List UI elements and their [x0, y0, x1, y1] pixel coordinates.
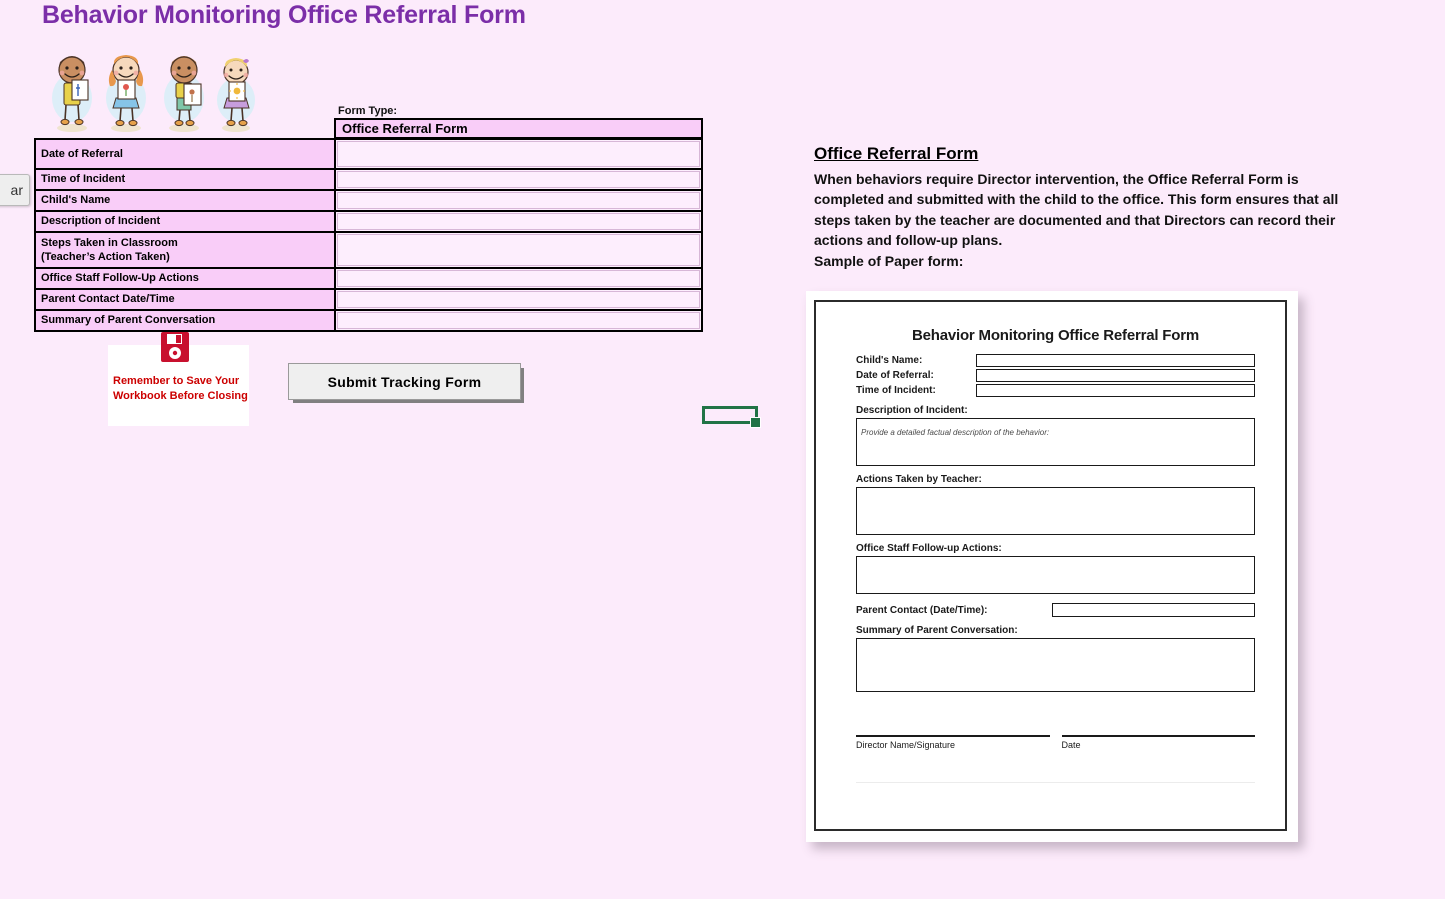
paper-label-time-of-incident: Time of Incident: — [856, 385, 936, 396]
paper-label-summary-of-parent-conversation: Summary of Parent Conversation: — [856, 625, 1018, 636]
row-label-summary-of-parent-conversation: Summary of Parent Conversation — [36, 311, 336, 330]
row-label-text: Date of Referral — [41, 147, 123, 160]
row-label-text: Description of Incident — [41, 215, 161, 228]
table-row: Time of Incident — [36, 168, 701, 189]
row-input-description-of-incident[interactable] — [337, 213, 700, 230]
row-label-steps-taken-in-classroom: Steps Taken in Classroom (Teacher’s Acti… — [36, 233, 336, 267]
paper-caption-date: Date — [1061, 740, 1081, 750]
paper-signature-column: Director Name/Signature — [856, 735, 1050, 750]
table-row: Steps Taken in Classroom (Teacher’s Acti… — [36, 231, 701, 267]
paper-form-preview: Behavior Monitoring Office Referral Form… — [806, 291, 1298, 842]
save-reminder-line2: Workbook Before Closing — [113, 389, 248, 402]
row-label-text-second-line: (Teacher’s Action Taken) — [41, 251, 170, 263]
paper-input-date-of-referral[interactable] — [976, 369, 1255, 382]
row-input-steps-taken-in-classroom[interactable] — [337, 234, 700, 266]
partial-left-button-label: ar — [10, 182, 23, 198]
page-title: Behavior Monitoring Office Referral Form — [42, 1, 526, 29]
paper-input-summary-of-parent-conversation[interactable] — [856, 638, 1255, 692]
table-row: Date of Referral — [36, 140, 701, 168]
row-input-office-staff-follow-up-actions[interactable] — [337, 270, 700, 287]
paper-label-actions-taken-by-teacher: Actions Taken by Teacher: — [856, 474, 982, 485]
partial-left-button[interactable]: ar — [0, 174, 30, 206]
row-label-text: Office Staff Follow-Up Actions — [41, 272, 199, 285]
table-row: Description of Incident — [36, 210, 701, 231]
paper-input-office-staff-follow-up-actions[interactable] — [856, 556, 1255, 594]
paper-form-title: Behavior Monitoring Office Referral Form — [911, 327, 1200, 344]
row-label-text: Child's Name — [41, 194, 111, 207]
paper-input-actions-taken-by-teacher[interactable] — [856, 487, 1255, 535]
paper-input-time-of-incident[interactable] — [976, 384, 1255, 397]
paper-field-date-of-referral: Date of Referral: — [856, 369, 1255, 382]
paper-input-parent-contact[interactable] — [1052, 603, 1255, 617]
referral-entry-grid: Date of Referral Time of Incident Child'… — [34, 138, 703, 332]
paper-date-column: Date — [1061, 735, 1255, 750]
paper-input-childs-name[interactable] — [976, 354, 1255, 367]
table-row: Summary of Parent Conversation — [36, 309, 701, 330]
row-label-text: Parent Contact Date/Time — [41, 293, 175, 306]
paper-label-description-of-incident: Description of Incident: — [856, 405, 968, 416]
paper-label-parent-contact: Parent Contact (Date/Time): — [856, 604, 988, 616]
paper-label-childs-name: Child's Name: — [856, 355, 923, 366]
row-label-time-of-incident: Time of Incident — [36, 170, 336, 189]
row-input-summary-of-parent-conversation[interactable] — [337, 312, 700, 329]
row-input-date-of-referral[interactable] — [337, 141, 700, 167]
form-type-label: Form Type: — [338, 105, 398, 117]
table-row: Office Staff Follow-Up Actions — [36, 267, 701, 288]
row-label-childs-name: Child's Name — [36, 191, 336, 210]
paper-form-sheet: Behavior Monitoring Office Referral Form… — [814, 300, 1287, 831]
table-row: Child's Name — [36, 189, 701, 210]
row-label-date-of-referral: Date of Referral — [36, 140, 336, 168]
row-label-office-staff-follow-up-actions: Office Staff Follow-Up Actions — [36, 269, 336, 288]
row-label-description-of-incident: Description of Incident — [36, 212, 336, 231]
paper-caption-director-signature: Director Name/Signature — [856, 740, 956, 750]
paper-field-childs-name: Child's Name: — [856, 354, 1255, 367]
paper-signature-area: Director Name/Signature Date — [856, 735, 1255, 750]
info-panel-sample-label: Sample of Paper form: — [814, 252, 964, 269]
info-panel-body: When behaviors require Director interven… — [814, 171, 1339, 249]
info-panel: Office Referral Form When behaviors requ… — [814, 144, 1354, 269]
row-input-time-of-incident[interactable] — [337, 171, 700, 188]
floppy-disk-icon — [160, 331, 190, 363]
row-label-text: Steps Taken in Classroom — [41, 236, 178, 249]
paper-footer-divider — [856, 782, 1255, 783]
row-label-text: Summary of Parent Conversation — [41, 314, 216, 327]
paper-field-parent-contact: Parent Contact (Date/Time): — [856, 603, 1255, 617]
save-reminder-line1: Remember to Save Your — [113, 375, 240, 387]
row-input-childs-name[interactable] — [337, 192, 700, 209]
paper-label-date-of-referral: Date of Referral: — [856, 370, 934, 381]
submit-tracking-form-button[interactable]: Submit Tracking Form — [288, 363, 521, 400]
paper-input-description-of-incident[interactable]: Provide a detailed factual description o… — [856, 418, 1255, 466]
form-type-value-cell[interactable]: Office Referral Form — [334, 118, 703, 139]
children-clipart-image — [38, 36, 266, 134]
paper-description-placeholder: Provide a detailed factual description o… — [861, 428, 1050, 437]
row-label-text: Time of Incident — [41, 173, 126, 186]
paper-label-office-staff-follow-up-actions: Office Staff Follow-up Actions: — [856, 543, 1002, 554]
table-row: Parent Contact Date/Time — [36, 288, 701, 309]
row-label-parent-contact-date-time: Parent Contact Date/Time — [36, 290, 336, 309]
cell-fill-handle[interactable] — [750, 417, 761, 428]
paper-field-time-of-incident: Time of Incident: — [856, 384, 1255, 397]
info-panel-heading: Office Referral Form — [814, 144, 979, 163]
save-reminder-text: Remember to Save Your Workbook Before Cl… — [113, 374, 249, 404]
row-input-parent-contact-date-time[interactable] — [337, 291, 700, 308]
